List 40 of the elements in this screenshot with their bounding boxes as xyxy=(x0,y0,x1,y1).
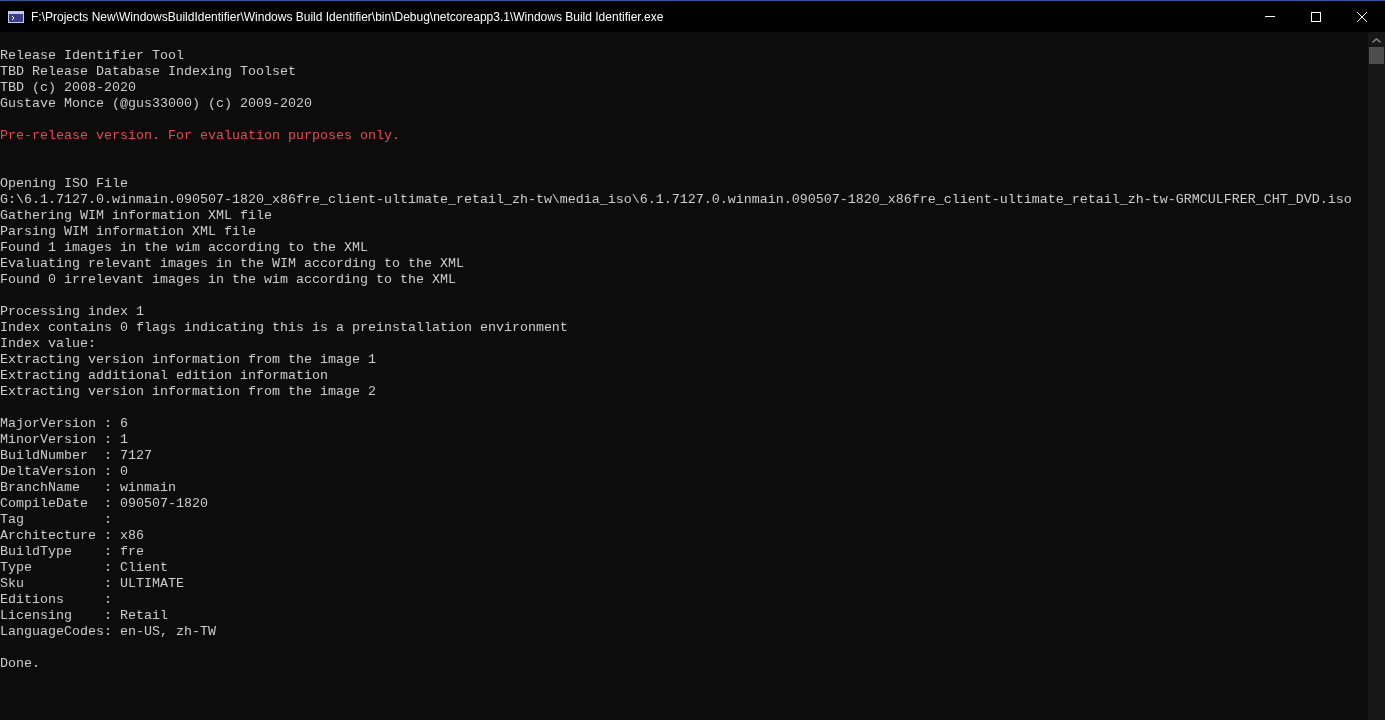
console-line: Sku : ULTIMATE xyxy=(0,576,184,592)
console-line: MinorVersion : 1 xyxy=(0,432,128,448)
scroll-up-icon[interactable] xyxy=(1372,38,1381,43)
console-line: MajorVersion : 6 xyxy=(0,416,128,432)
console-line: TBD (c) 2008-2020 xyxy=(0,80,136,96)
console-line: Tag : xyxy=(0,512,112,528)
console-line: BuildNumber : 7127 xyxy=(0,448,152,464)
console-line: Found 1 images in the wim according to the XML xyxy=(0,240,368,256)
console-line: TBD Release Database Indexing Toolset xyxy=(0,64,296,80)
console-line: DeltaVersion : 0 xyxy=(0,464,128,480)
console-line: LanguageCodes: en-US, zh-TW xyxy=(0,624,216,640)
console-line: Done. xyxy=(0,656,40,672)
console-line: Pre-release version. For evaluation purposes only. xyxy=(0,128,400,144)
console-line: Found 0 irrelevant images in the wim according to the XML xyxy=(0,272,456,288)
console-line: Index value: xyxy=(0,336,96,352)
console-line: Extracting version information from the image 2 xyxy=(0,384,376,400)
console-line: Opening ISO File xyxy=(0,176,128,192)
scroll-thumb[interactable] xyxy=(1369,47,1384,64)
console-line: BranchName : winmain xyxy=(0,480,176,496)
console-line: Parsing WIM information XML file xyxy=(0,224,256,240)
console-line: BuildType : fre xyxy=(0,544,144,560)
console-line: Gathering WIM information XML file xyxy=(0,208,272,224)
console-line: Type : Client xyxy=(0,560,168,576)
console-line: Extracting version information from the image 1 xyxy=(0,352,376,368)
console-line: Release Identifier Tool xyxy=(0,48,184,64)
console-line: Index contains 0 flags indicating this is a preinstallation environment xyxy=(0,320,568,336)
console-line: Evaluating relevant images in the WIM according to the XML xyxy=(0,256,464,272)
console-line: G:\6.1.7127.0.winmain.090507-1820_x86fre_client-ultimate_retail_zh-tw\media_iso\6.1.7127.0.winmain.090507-1820_x86fre_client-ultimate_retail_zh-tw-GRMCULFRER_CHT_DVD.iso xyxy=(0,192,1352,208)
console-line: Gustave Monce (@gus33000) (c) 2009-2020 xyxy=(0,96,312,112)
console-line: Extracting additional edition information xyxy=(0,368,328,384)
close-icon xyxy=(1357,11,1367,22)
console-app-icon xyxy=(8,10,24,23)
minimize-icon xyxy=(1265,16,1275,17)
console-line: Processing index 1 xyxy=(0,304,144,320)
console-line: Architecture : x86 xyxy=(0,528,144,544)
console-line: CompileDate : 090507-1820 xyxy=(0,496,208,512)
console-line: Licensing : Retail xyxy=(0,608,168,624)
window-title: F:\Projects New\WindowsBuildIdentifier\Windows Build Identifier\bin\Debug\netcoreapp3.1\Windows Build Identifier.exe xyxy=(31,8,664,26)
maximize-icon xyxy=(1311,11,1321,22)
console-line: Editions : xyxy=(0,592,112,608)
